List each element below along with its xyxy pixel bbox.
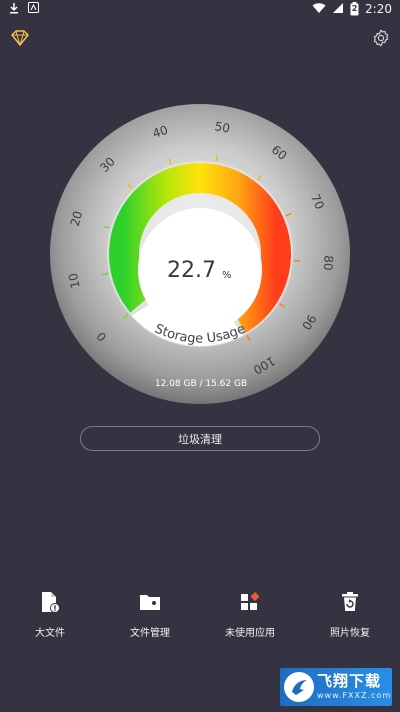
- large-file-icon: [38, 588, 62, 616]
- nav-label-unused-apps: 未使用应用: [225, 628, 275, 639]
- junk-clean-button[interactable]: 垃圾清理: [80, 426, 320, 451]
- unused-apps-icon: [238, 588, 262, 616]
- gauge-tick-label: 80: [321, 255, 336, 271]
- nav-item-large-files[interactable]: 大文件: [0, 588, 100, 644]
- storage-gauge: 010203040 5060708090100 22.7 % Storage Us…: [50, 104, 350, 404]
- folder-icon: [138, 588, 162, 616]
- usage-percent-unit: %: [222, 270, 232, 281]
- nav-label-file-manager: 文件管理: [130, 628, 170, 639]
- watermark-title: 飞翔下载: [317, 672, 382, 690]
- nav-label-large-files: 大文件: [35, 628, 65, 639]
- watermark-url: www.FXXZ.com: [317, 691, 392, 700]
- gauge-tick-label: 50: [214, 119, 231, 135]
- watermark-logo-icon: [284, 672, 314, 702]
- site-watermark: 飞翔下载 www.FXXZ.com: [280, 668, 392, 706]
- bottom-nav: 大文件 文件管理 未使用应用 照片恢复: [0, 588, 400, 644]
- gauge-tick-mark: [215, 155, 219, 162]
- nav-item-unused-apps[interactable]: 未使用应用: [200, 588, 300, 644]
- nav-item-photo-restore[interactable]: 照片恢复: [300, 588, 400, 644]
- nav-label-photo-restore: 照片恢复: [330, 628, 370, 639]
- usage-percent-value: 22.7: [167, 258, 216, 283]
- photo-restore-icon: [338, 588, 362, 616]
- nav-item-file-manager[interactable]: 文件管理: [100, 588, 200, 644]
- storage-capacity-text: 12.08 GB / 15.62 GB: [155, 379, 247, 389]
- watermark-text: 飞翔下载 www.FXXZ.com: [317, 674, 391, 700]
